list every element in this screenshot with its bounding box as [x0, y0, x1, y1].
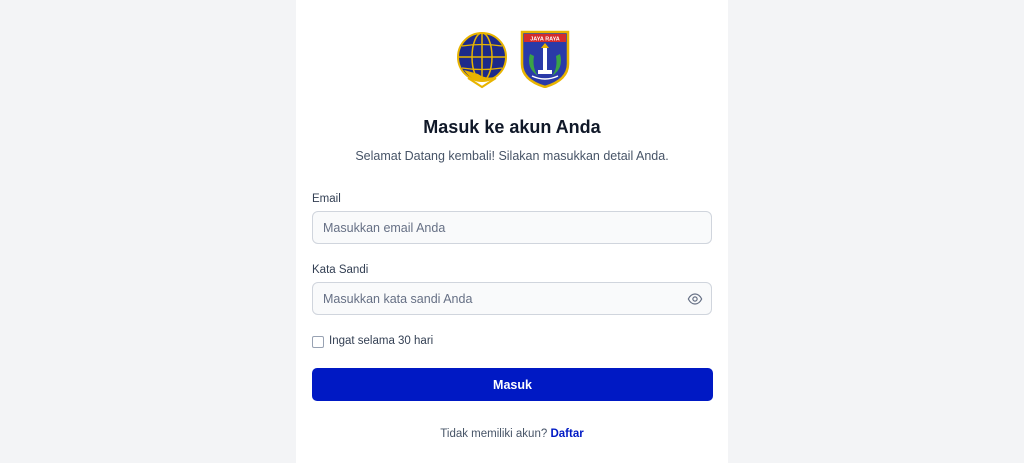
kemenhub-logo — [457, 32, 507, 89]
remember-checkbox[interactable] — [312, 336, 324, 348]
password-field[interactable] — [313, 283, 711, 314]
signup-prompt-text: Tidak memiliki akun? — [440, 428, 548, 440]
login-card: JAYA RAYA Masuk ke akun Anda Selamat Dat… — [296, 0, 728, 463]
login-button[interactable]: Masuk — [312, 368, 713, 401]
page-title: Masuk ke akun Anda — [423, 117, 601, 137]
remember-label: Ingat selama 30 hari — [329, 335, 434, 347]
signup-prompt: Tidak memiliki akun? Daftar — [296, 428, 728, 440]
password-label: Kata Sandi — [312, 264, 369, 276]
jakarta-logo: JAYA RAYA — [520, 30, 570, 88]
email-label: Email — [312, 193, 341, 205]
page-subtitle: Selamat Datang kembali! Silakan masukkan… — [355, 149, 669, 163]
logo-row: JAYA RAYA — [296, 30, 728, 90]
show-password-icon[interactable] — [687, 291, 703, 307]
signup-link[interactable]: Daftar — [550, 428, 583, 440]
email-field-container — [312, 211, 712, 244]
email-field[interactable] — [313, 212, 711, 243]
svg-text:JAYA RAYA: JAYA RAYA — [530, 37, 560, 43]
password-field-container — [312, 282, 712, 315]
